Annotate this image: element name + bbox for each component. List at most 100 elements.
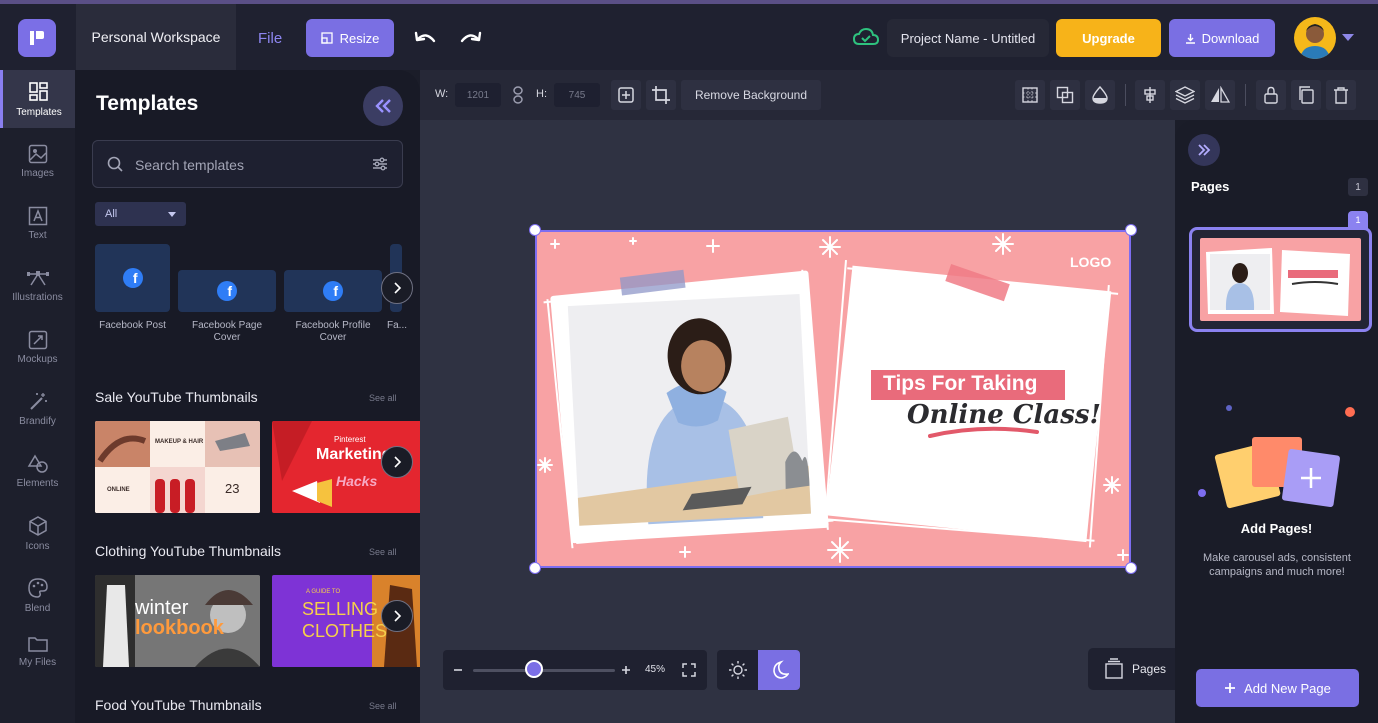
facebook-icon: f	[323, 281, 343, 301]
collapse-pages-panel-button[interactable]	[1188, 134, 1220, 166]
flip-icon	[1211, 86, 1230, 103]
flip-button[interactable]	[1205, 80, 1235, 110]
height-input[interactable]: 745	[554, 83, 600, 107]
magic-wand-icon	[29, 392, 47, 410]
page-thumbnail-preview	[1200, 238, 1361, 321]
dark-mode-button[interactable]	[758, 650, 800, 690]
sidebar-item-brandify[interactable]: Brandify	[0, 380, 75, 438]
sidebar-item-elements[interactable]: Elements	[0, 442, 75, 500]
palette-icon	[27, 577, 48, 598]
lock-icon	[1264, 86, 1278, 104]
duplicate-button[interactable]	[1291, 80, 1321, 110]
layers-button[interactable]	[1170, 80, 1200, 110]
template-card-facebook-post[interactable]: f	[95, 244, 170, 312]
template-thumb-makeup[interactable]: MAKEUP & HAIR ONLINE 23	[95, 421, 260, 513]
sidebar-item-label: Templates	[16, 106, 62, 118]
mockups-icon	[28, 330, 47, 349]
opacity-button[interactable]	[1085, 80, 1115, 110]
zoom-control: 45%	[443, 650, 707, 690]
category-filter-select[interactable]: All	[95, 202, 186, 226]
light-mode-button[interactable]	[717, 650, 758, 690]
add-pages-illustration	[1198, 405, 1355, 509]
add-new-page-button[interactable]: Add New Page	[1196, 669, 1359, 707]
design-canvas[interactable]: LOGO Tips For Taking Online Class!	[535, 230, 1131, 568]
add-image-button[interactable]	[611, 80, 641, 110]
add-pages-title: Add Pages!	[1240, 521, 1313, 536]
account-chevron-down-icon[interactable]	[1342, 34, 1354, 41]
sidebar-item-mockups[interactable]: Mockups	[0, 318, 75, 376]
design-logo-text[interactable]: LOGO	[1070, 254, 1111, 270]
grid-icon	[1022, 87, 1038, 103]
design-headline-2[interactable]: Online Class!	[907, 400, 1101, 430]
resize-button[interactable]: Resize	[306, 19, 394, 57]
zoom-in-icon[interactable]	[620, 664, 632, 676]
file-menu[interactable]: File	[258, 30, 282, 47]
resize-handle-bottom-left[interactable]	[529, 562, 541, 574]
transparency-grid-button[interactable]	[1015, 80, 1045, 110]
align-button[interactable]	[1135, 80, 1165, 110]
download-icon	[1185, 33, 1195, 44]
resize-handle-top-left[interactable]	[529, 224, 541, 236]
see-all-link[interactable]: See all	[369, 393, 397, 403]
zoom-out-icon[interactable]	[452, 664, 464, 676]
lock-aspect-link-icon[interactable]	[512, 86, 524, 104]
category-filter-value: All	[105, 208, 118, 220]
pages-panel-title: Pages	[1191, 179, 1230, 194]
project-name-field[interactable]: Project Name - Untitled	[887, 19, 1049, 57]
template-card-label: Facebook Profile Cover	[295, 320, 371, 343]
arrange-button[interactable]	[1050, 80, 1080, 110]
width-input[interactable]: 1201	[455, 83, 501, 107]
see-all-link[interactable]: See all	[369, 701, 397, 711]
zoom-slider-track[interactable]	[473, 669, 615, 672]
template-thumb-winter-lookbook[interactable]: winter lookbook	[95, 575, 260, 667]
illustrations-icon	[26, 270, 49, 285]
template-card-facebook-profile-cover[interactable]: f	[284, 270, 382, 312]
sidebar-item-templates[interactable]: Templates	[0, 70, 75, 128]
theme-toggle	[717, 650, 800, 690]
resize-handle-bottom-right[interactable]	[1125, 562, 1137, 574]
resize-handle-top-right[interactable]	[1125, 224, 1137, 236]
thumb-text: MAKEUP & HAIR	[155, 439, 204, 445]
design-headline-1[interactable]: Tips For Taking	[883, 372, 1037, 396]
text-icon	[28, 206, 47, 225]
collapse-panel-button[interactable]	[363, 86, 403, 126]
sidebar-item-images[interactable]: Images	[0, 132, 75, 190]
sidebar-item-illustrations[interactable]: Illustrations	[0, 256, 75, 314]
workspace-selector[interactable]: Personal Workspace	[76, 4, 236, 70]
page-thumbnail[interactable]	[1189, 227, 1372, 332]
carousel-next-button[interactable]	[381, 272, 413, 304]
lock-button[interactable]	[1256, 80, 1286, 110]
upgrade-button[interactable]: Upgrade	[1056, 19, 1161, 57]
shapes-icon	[27, 454, 48, 473]
crop-button[interactable]	[646, 80, 676, 110]
download-label: Download	[1201, 30, 1260, 46]
remove-background-button[interactable]: Remove Background	[681, 80, 821, 110]
fullscreen-icon[interactable]	[682, 663, 696, 677]
carousel-next-button[interactable]	[381, 446, 413, 478]
zoom-slider-knob[interactable]	[525, 660, 543, 678]
download-button[interactable]: Download	[1169, 19, 1275, 57]
arrange-icon	[1056, 86, 1074, 104]
chevron-down-icon	[168, 212, 176, 217]
sidebar-item-my-files[interactable]: My Files	[0, 622, 75, 680]
sidebar-item-blend[interactable]: Blend	[0, 566, 75, 624]
app-logo-icon[interactable]	[18, 19, 56, 57]
sidebar-item-icons[interactable]: Icons	[0, 504, 75, 562]
filter-sliders-icon[interactable]	[372, 156, 388, 172]
thumbnail-art	[95, 421, 260, 513]
thumb-text: 23	[225, 481, 240, 496]
undo-button[interactable]	[412, 26, 440, 50]
pages-toggle-button[interactable]: Pages	[1088, 648, 1180, 690]
layers-icon	[1175, 86, 1195, 104]
sidebar-item-text[interactable]: Text	[0, 194, 75, 252]
template-card-facebook-page-cover[interactable]: f	[178, 270, 276, 312]
zoom-value: 45%	[645, 664, 666, 675]
cloud-saved-icon	[852, 27, 880, 51]
redo-button[interactable]	[456, 26, 484, 50]
carousel-next-button[interactable]	[381, 600, 413, 632]
user-avatar[interactable]	[1294, 17, 1336, 59]
add-new-page-label: Add New Page	[1244, 680, 1331, 696]
see-all-link[interactable]: See all	[369, 547, 397, 557]
delete-button[interactable]	[1326, 80, 1356, 110]
search-input[interactable]: Search templates	[92, 140, 403, 188]
